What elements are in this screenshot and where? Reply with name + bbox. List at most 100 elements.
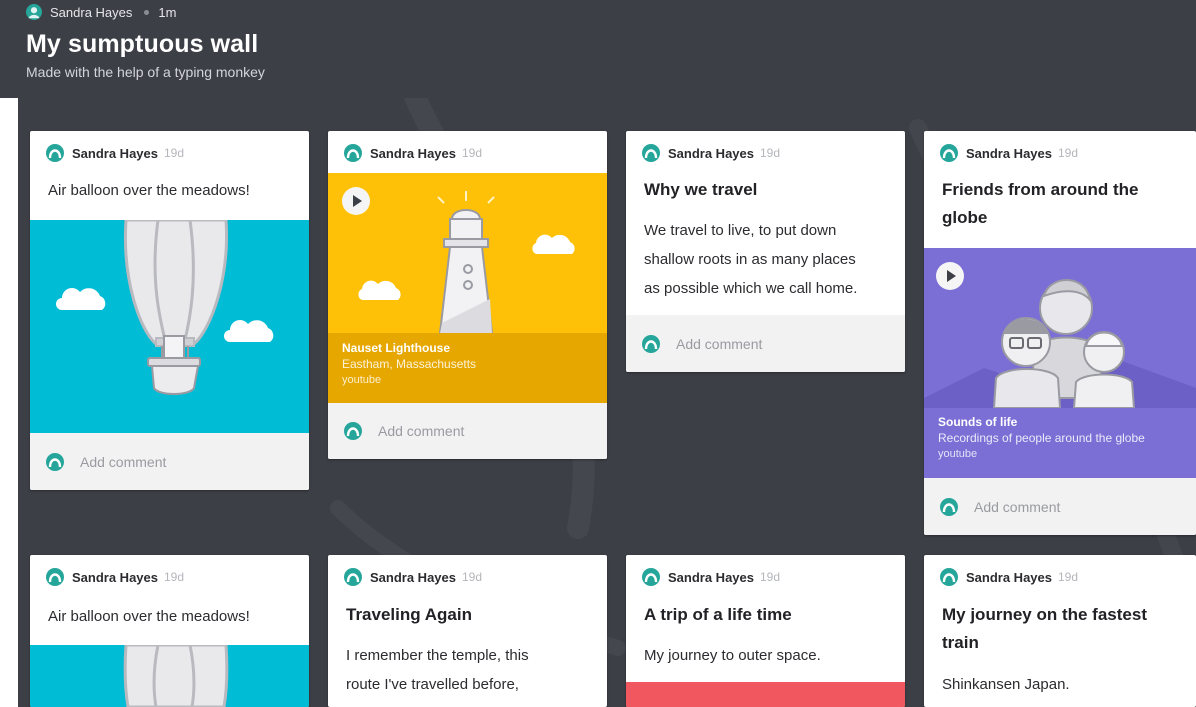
card-text: Air balloon over the meadows! bbox=[48, 182, 250, 199]
card-age: 19d bbox=[462, 570, 483, 584]
cloud-icon bbox=[224, 320, 274, 342]
sounds-of-life-video[interactable]: Sounds of life Recordings of people arou… bbox=[924, 248, 1196, 478]
user-avatar-icon bbox=[46, 144, 64, 162]
media-title[interactable]: Nauset Lighthouse bbox=[342, 340, 476, 356]
card-age: 19d bbox=[164, 146, 185, 160]
add-comment-button[interactable]: Add comment bbox=[80, 454, 166, 470]
user-avatar-icon bbox=[940, 144, 958, 162]
add-comment-bar[interactable]: Add comment bbox=[924, 478, 1196, 535]
post-card[interactable]: Sandra Hayes 19d A trip of a life time M… bbox=[626, 555, 905, 707]
card-title-line: train bbox=[942, 633, 979, 652]
media-location: Eastham, Massachusetts bbox=[342, 357, 477, 371]
wall-subtitle: Made with the help of a typing monkey bbox=[26, 64, 265, 80]
wall-owner-name[interactable]: Sandra Hayes bbox=[50, 5, 132, 20]
card-body-line: We travel to live, to put down bbox=[644, 222, 837, 239]
card-title: Why we travel bbox=[644, 180, 758, 199]
card-title: My journey on the fastest train bbox=[942, 601, 1147, 657]
card-age: 19d bbox=[760, 146, 781, 160]
add-comment-bar[interactable]: Add comment bbox=[328, 403, 607, 459]
cloud-icon bbox=[532, 234, 575, 254]
user-avatar-icon bbox=[46, 452, 64, 471]
post-card[interactable]: Sandra Hayes 19d Nauset Lighthouse Easth… bbox=[328, 131, 607, 459]
card-body-line: I remember the temple, this bbox=[346, 647, 529, 664]
card-author[interactable]: Sandra Hayes bbox=[370, 146, 456, 161]
card-age: 19d bbox=[164, 570, 185, 584]
lighthouse-video[interactable]: Nauset Lighthouse Eastham, Massachusetts… bbox=[328, 173, 607, 403]
add-comment-button[interactable]: Add comment bbox=[974, 499, 1060, 515]
card-title: A trip of a life time bbox=[644, 605, 792, 624]
card-author[interactable]: Sandra Hayes bbox=[72, 146, 158, 161]
post-card[interactable]: Sandra Hayes 19d My journey on the faste… bbox=[924, 555, 1196, 707]
user-avatar-icon bbox=[46, 568, 64, 586]
card-author[interactable]: Sandra Hayes bbox=[370, 570, 456, 585]
card-title-line: globe bbox=[942, 208, 988, 227]
post-card[interactable]: Sandra Hayes 19d Why we travel We travel… bbox=[626, 131, 905, 372]
wall-owner-age: 1m bbox=[158, 4, 177, 20]
user-avatar-icon bbox=[642, 568, 660, 586]
user-avatar-icon bbox=[642, 144, 660, 162]
media-title[interactable]: Sounds of life bbox=[938, 414, 1145, 430]
cloud-icon bbox=[358, 280, 401, 300]
add-comment-bar[interactable]: Add comment bbox=[626, 315, 905, 372]
user-avatar-icon bbox=[642, 334, 660, 353]
red-media-preview[interactable] bbox=[626, 682, 905, 707]
post-card[interactable]: Sandra Hayes 19d Air balloon over the me… bbox=[30, 131, 309, 490]
card-header: Sandra Hayes 19d bbox=[940, 568, 1078, 586]
post-card[interactable]: Sandra Hayes 19d Traveling Again I remem… bbox=[328, 555, 607, 707]
balloon-illustration[interactable] bbox=[30, 645, 309, 707]
card-body: Shinkansen Japan. bbox=[942, 670, 1070, 699]
user-avatar-icon bbox=[940, 497, 958, 516]
card-title: Traveling Again bbox=[346, 605, 472, 624]
play-icon[interactable] bbox=[936, 262, 964, 290]
card-author[interactable]: Sandra Hayes bbox=[668, 570, 754, 585]
media-source: youtube bbox=[938, 448, 978, 460]
add-comment-bar[interactable]: Add comment bbox=[30, 433, 309, 490]
card-header: Sandra Hayes 19d bbox=[46, 568, 184, 586]
media-caption: Nauset Lighthouse Eastham, Massachusetts… bbox=[342, 340, 476, 388]
card-header: Sandra Hayes 19d bbox=[344, 144, 482, 162]
card-author[interactable]: Sandra Hayes bbox=[966, 570, 1052, 585]
post-card[interactable]: Sandra Hayes 19d Friends from around the… bbox=[924, 131, 1196, 535]
card-header: Sandra Hayes 19d bbox=[642, 144, 780, 162]
card-body-line: Shinkansen Japan. bbox=[942, 676, 1070, 693]
card-body-line: route I've travelled before, bbox=[346, 676, 519, 693]
balloon-illustration[interactable] bbox=[30, 220, 309, 433]
wall-title: My sumptuous wall bbox=[26, 30, 259, 58]
left-margin bbox=[0, 98, 18, 707]
card-author[interactable]: Sandra Hayes bbox=[966, 146, 1052, 161]
card-title: Friends from around the globe bbox=[942, 176, 1138, 232]
card-body-line: shallow roots in as many places bbox=[644, 251, 856, 268]
card-age: 19d bbox=[1058, 146, 1079, 160]
card-title-line: My journey on the fastest bbox=[942, 605, 1147, 624]
media-source: youtube bbox=[342, 374, 382, 386]
card-body: We travel to live, to put down shallow r… bbox=[644, 216, 857, 303]
user-avatar-icon bbox=[344, 568, 362, 586]
play-icon[interactable] bbox=[342, 187, 370, 215]
add-comment-button[interactable]: Add comment bbox=[676, 336, 762, 352]
card-author[interactable]: Sandra Hayes bbox=[668, 146, 754, 161]
cloud-icon bbox=[56, 288, 106, 310]
separator-dot bbox=[144, 9, 150, 15]
card-age: 19d bbox=[1058, 570, 1079, 584]
media-description: Recordings of people around the globe bbox=[938, 431, 1145, 445]
card-body-line: as possible which we call home. bbox=[644, 280, 858, 297]
card-age: 19d bbox=[760, 570, 781, 584]
add-comment-button[interactable]: Add comment bbox=[378, 423, 464, 439]
card-body-line: My journey to outer space. bbox=[644, 647, 821, 664]
user-avatar-icon bbox=[940, 568, 958, 586]
card-header: Sandra Hayes 19d bbox=[940, 144, 1078, 162]
card-body: I remember the temple, this route I've t… bbox=[346, 641, 529, 699]
card-header: Sandra Hayes 19d bbox=[46, 144, 184, 162]
wall-owner-meta: Sandra Hayes 1m bbox=[26, 4, 176, 20]
user-avatar-icon bbox=[26, 4, 42, 20]
card-header: Sandra Hayes 19d bbox=[344, 568, 482, 586]
user-avatar-icon bbox=[344, 144, 362, 162]
media-caption: Sounds of life Recordings of people arou… bbox=[938, 414, 1145, 462]
card-title-line: Friends from around the bbox=[942, 180, 1139, 199]
card-author[interactable]: Sandra Hayes bbox=[72, 570, 158, 585]
post-card[interactable]: Sandra Hayes 19d Air balloon over the me… bbox=[30, 555, 309, 707]
user-avatar-icon bbox=[344, 422, 362, 440]
card-age: 19d bbox=[462, 146, 483, 160]
card-body: My journey to outer space. bbox=[644, 641, 821, 670]
card-header: Sandra Hayes 19d bbox=[642, 568, 780, 586]
